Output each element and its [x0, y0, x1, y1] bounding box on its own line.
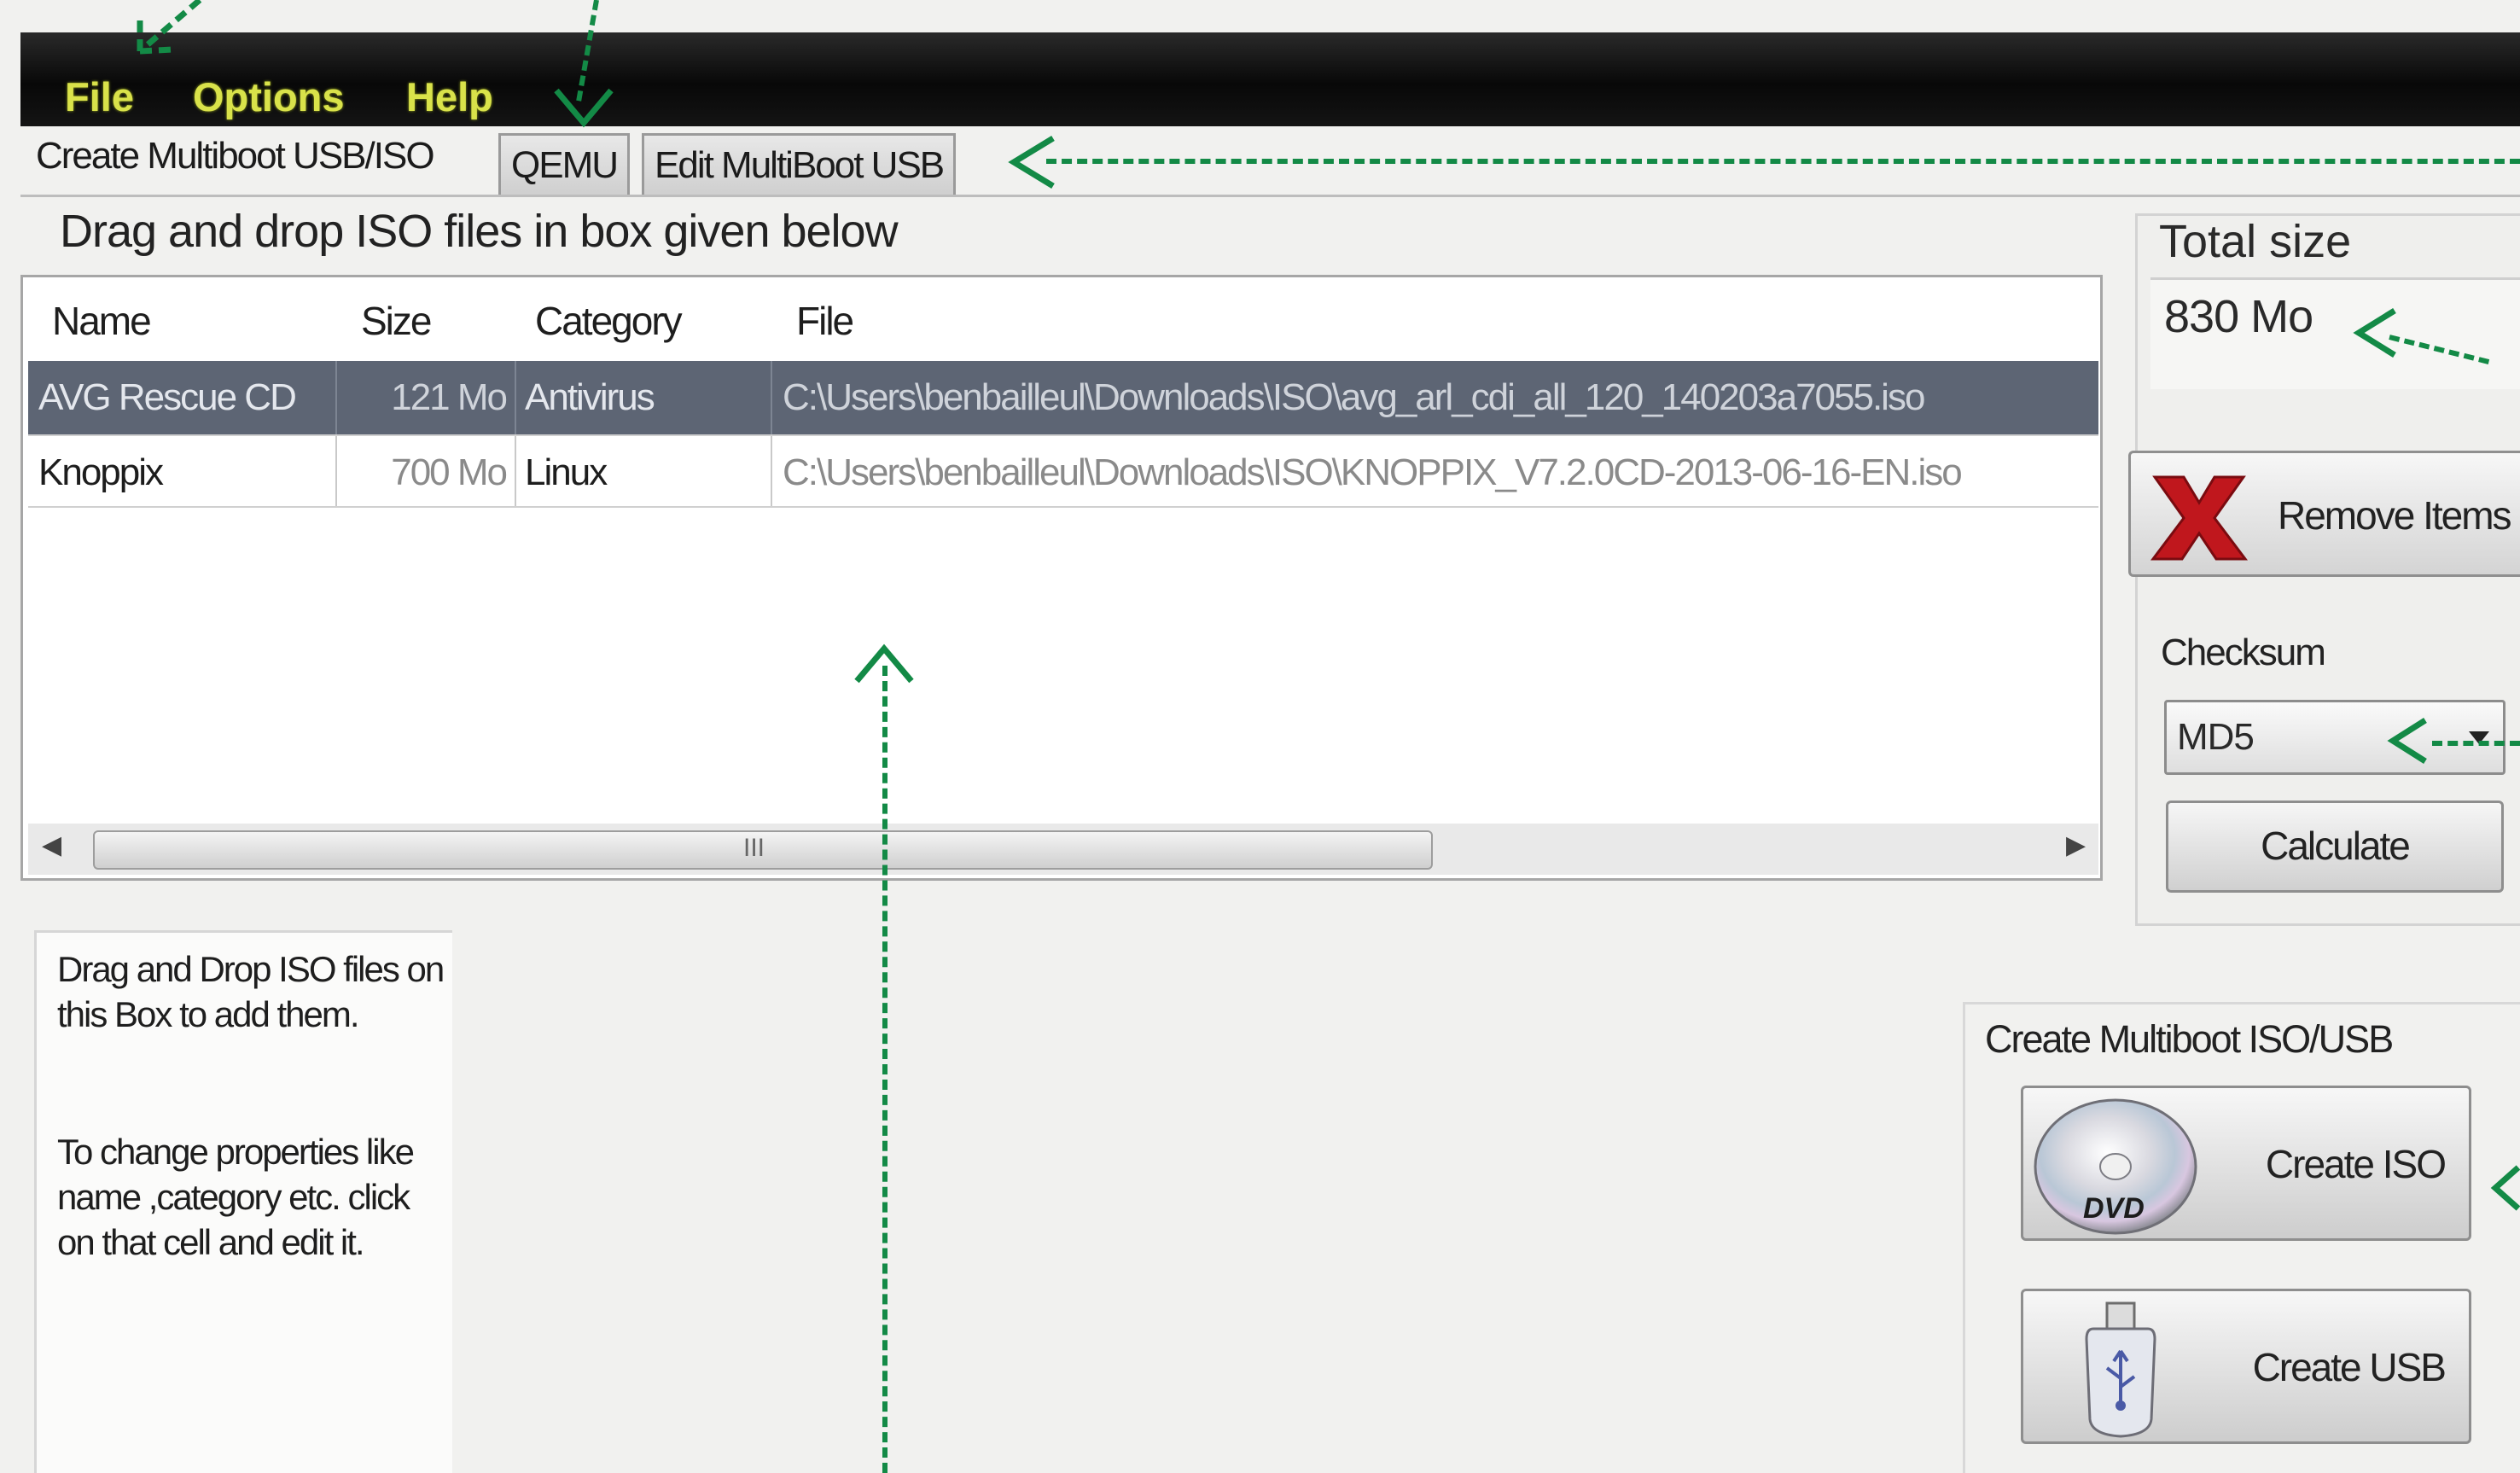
drop-heading: Drag and drop ISO files in box given bel… [60, 206, 899, 257]
cell-size[interactable]: 121 Mo [337, 361, 516, 434]
column-header-size[interactable]: Size [361, 298, 432, 344]
menu-bar: File Options Help [20, 32, 2520, 126]
annotation-arrow-up-icon [854, 643, 914, 684]
horizontal-scrollbar[interactable]: ◀ III ▶ [28, 824, 2098, 875]
scrollbar-grip: III [743, 834, 765, 862]
annotation-arrow-left-icon [2353, 308, 2396, 358]
dvd-disc-icon: DVD [2034, 1098, 2197, 1235]
cell-name[interactable]: Knoppix [28, 436, 337, 506]
help-text-edit: To change properties like name ,category… [57, 1132, 415, 1262]
create-usb-button[interactable]: Create USB [2021, 1289, 2471, 1444]
menu-options[interactable]: Options [193, 73, 345, 120]
column-header-file[interactable]: File [796, 298, 854, 344]
scrollbar-thumb[interactable]: III [93, 830, 1433, 870]
remove-items-button[interactable]: Remove Items [2128, 451, 2520, 577]
annotation-line-checksum [2432, 741, 2520, 746]
cell-category[interactable]: Linux [516, 436, 772, 506]
checksum-label: Checksum [2161, 632, 2326, 673]
tab-edit-multiboot[interactable]: Edit MultiBoot USB [642, 133, 957, 195]
iso-list-grid[interactable]: Name Size Category File AVG Rescue CD 12… [20, 275, 2103, 881]
tab-panel-border [20, 195, 2520, 197]
total-size-label: Total size [2159, 216, 2352, 267]
dvd-logo-text: DVD [2083, 1192, 2145, 1225]
create-multiboot-group-label: Create Multiboot ISO/USB [1985, 1017, 2394, 1061]
table-row[interactable]: Knoppix 700 Mo Linux C:\Users\benbailleu… [28, 434, 2098, 508]
cell-file[interactable]: C:\Users\benbailleul\Downloads\ISO\KNOPP… [772, 436, 2098, 506]
annotation-arrow-left-icon [2490, 1165, 2520, 1211]
menu-help[interactable]: Help [406, 73, 493, 120]
annotation-arrow-left-icon [2387, 718, 2427, 764]
table-row[interactable]: AVG Rescue CD 121 Mo Antivirus C:\Users\… [28, 361, 2098, 434]
cell-file[interactable]: C:\Users\benbailleul\Downloads\ISO\avg_a… [772, 361, 2098, 434]
menu-file[interactable]: File [65, 73, 134, 120]
annotation-line-grid [882, 666, 888, 1473]
column-header-category[interactable]: Category [535, 298, 683, 344]
column-header-name[interactable]: Name [52, 298, 152, 344]
cell-name[interactable]: AVG Rescue CD [28, 361, 337, 434]
calculate-button[interactable]: Calculate [2166, 801, 2504, 893]
create-iso-button[interactable]: DVD Create ISO [2021, 1086, 2471, 1241]
checksum-selected-value: MD5 [2177, 716, 2255, 758]
cell-category[interactable]: Antivirus [516, 361, 772, 434]
checksum-select[interactable]: MD5 [2164, 700, 2505, 775]
scroll-left-arrow-icon[interactable]: ◀ [42, 830, 61, 860]
help-box: Drag and Drop ISO files on this Box to a… [34, 930, 452, 1473]
create-iso-label: Create ISO [2265, 1142, 2447, 1186]
total-size-value: 830 Mo [2164, 291, 2313, 342]
tab-qemu[interactable]: QEMU [498, 133, 630, 195]
create-usb-label: Create USB [2252, 1345, 2447, 1389]
usb-stick-icon [2085, 1301, 2156, 1438]
annotation-line-tabs [1046, 159, 2520, 164]
annotation-arrow-down-icon [554, 88, 614, 128]
tab-create-multiboot[interactable]: Create Multiboot USB/ISO [32, 128, 435, 189]
scroll-right-arrow-icon[interactable]: ▶ [2066, 830, 2086, 860]
annotation-arrow-left-icon [1008, 136, 1055, 189]
remove-items-label: Remove Items [2278, 493, 2512, 538]
red-x-icon [2150, 475, 2248, 561]
cell-size[interactable]: 700 Mo [337, 436, 516, 506]
help-text-drag: Drag and Drop ISO files on this Box to a… [57, 949, 445, 1034]
annotation-arrow-file-icon [137, 0, 202, 55]
